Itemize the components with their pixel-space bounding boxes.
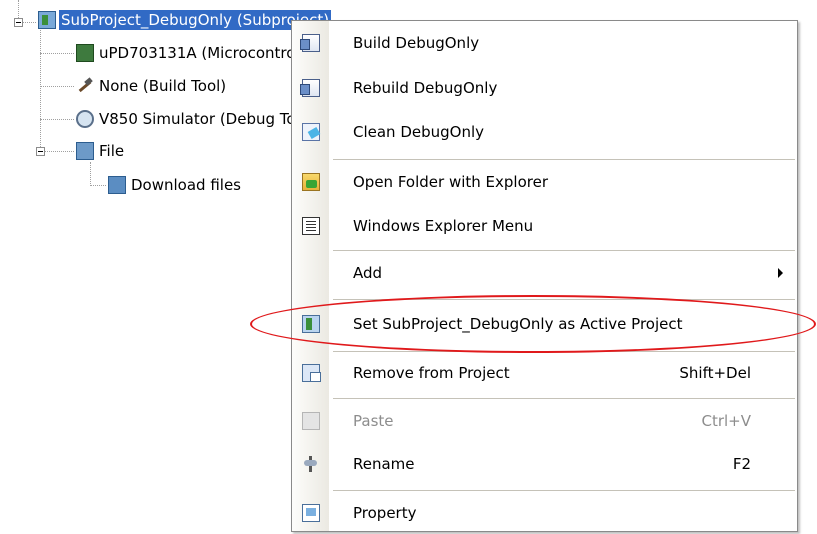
tree-connector xyxy=(40,53,74,54)
tree-node-debug-tool[interactable]: V850 Simulator (Debug Tool) xyxy=(76,109,317,129)
menu-separator xyxy=(333,299,795,300)
menu-separator xyxy=(333,351,795,352)
menu-separator xyxy=(333,398,795,399)
tree-connector xyxy=(40,86,74,87)
menu-item-open-folder[interactable]: Open Folder with Explorer xyxy=(292,164,797,200)
menu-item-label: Remove from Project xyxy=(353,364,510,382)
rebuild-icon xyxy=(300,79,320,97)
menu-separator xyxy=(333,250,795,251)
menu-item-label: Rebuild DebugOnly xyxy=(353,79,498,97)
subproject-icon xyxy=(38,11,56,29)
collapse-toggle-file[interactable] xyxy=(36,147,45,156)
menu-item-clean[interactable]: Clean DebugOnly xyxy=(292,114,797,150)
context-menu: Build DebugOnly Rebuild DebugOnly Clean … xyxy=(291,20,798,532)
tree-connector xyxy=(40,119,74,120)
tree-node-download-files[interactable]: Download files xyxy=(108,175,243,195)
tree-node-file[interactable]: File xyxy=(76,141,126,161)
submenu-arrow-icon xyxy=(778,268,783,278)
tree-node-label: Download files xyxy=(131,176,241,194)
windows-explorer-icon xyxy=(302,217,320,235)
menu-item-paste[interactable]: Paste Ctrl+V xyxy=(292,403,797,439)
menu-item-add[interactable]: Add xyxy=(292,255,797,291)
tree-node-label: File xyxy=(99,142,125,160)
menu-item-shortcut: F2 xyxy=(732,455,751,473)
tree-connector xyxy=(44,151,74,152)
menu-item-shortcut: Shift+Del xyxy=(679,364,751,382)
open-folder-icon xyxy=(302,173,320,191)
tree-node-subproject[interactable]: SubProject_DebugOnly (Subproject) xyxy=(38,10,332,30)
tree-node-build-tool[interactable]: None (Build Tool) xyxy=(76,76,228,96)
tree-connector xyxy=(22,22,36,23)
menu-item-rebuild[interactable]: Rebuild DebugOnly xyxy=(292,70,797,106)
remove-icon xyxy=(302,364,321,382)
tree-node-label: None (Build Tool) xyxy=(99,77,227,95)
menu-item-label: Build DebugOnly xyxy=(353,34,480,52)
menu-item-label: Rename xyxy=(353,455,415,473)
download-files-icon xyxy=(108,176,126,194)
microcontroller-icon xyxy=(76,44,94,62)
tree-node-microcontroller[interactable]: uPD703131A (Microcontroller) xyxy=(76,43,327,63)
menu-item-label: Windows Explorer Menu xyxy=(353,217,534,235)
menu-item-label: Paste xyxy=(353,412,394,430)
menu-separator xyxy=(333,490,795,491)
menu-item-shortcut: Ctrl+V xyxy=(701,412,751,430)
menu-item-label: Property xyxy=(353,504,417,522)
menu-item-set-active-project[interactable]: Set SubProject_DebugOnly as Active Proje… xyxy=(292,306,797,342)
property-icon xyxy=(302,504,320,522)
project-tree: SubProject_DebugOnly (Subproject) uPD703… xyxy=(0,0,332,534)
tree-node-label: V850 Simulator (Debug Tool) xyxy=(99,110,315,128)
set-active-project-icon xyxy=(302,315,320,333)
menu-item-property[interactable]: Property xyxy=(292,495,797,531)
menu-item-rename[interactable]: Rename F2 xyxy=(292,446,797,482)
menu-item-windows-explorer[interactable]: Windows Explorer Menu xyxy=(292,208,797,244)
paste-icon xyxy=(302,412,320,430)
build-icon xyxy=(300,34,320,52)
menu-item-label: Set SubProject_DebugOnly as Active Proje… xyxy=(353,315,683,333)
menu-item-label: Clean DebugOnly xyxy=(353,123,485,141)
menu-item-label: Add xyxy=(353,264,383,282)
collapse-toggle-subproject[interactable] xyxy=(14,18,23,27)
file-folder-icon xyxy=(76,142,94,160)
build-tool-icon xyxy=(76,77,94,95)
clean-icon xyxy=(302,123,320,141)
tree-connector xyxy=(40,27,41,151)
menu-separator xyxy=(333,159,795,160)
menu-item-build[interactable]: Build DebugOnly xyxy=(292,25,797,61)
debug-tool-icon xyxy=(76,110,94,128)
menu-item-label: Open Folder with Explorer xyxy=(353,173,548,191)
tree-connector xyxy=(90,162,91,186)
tree-connector xyxy=(90,185,106,186)
menu-item-remove-from-project[interactable]: Remove from Project Shift+Del xyxy=(292,355,797,391)
rename-icon xyxy=(302,455,320,473)
